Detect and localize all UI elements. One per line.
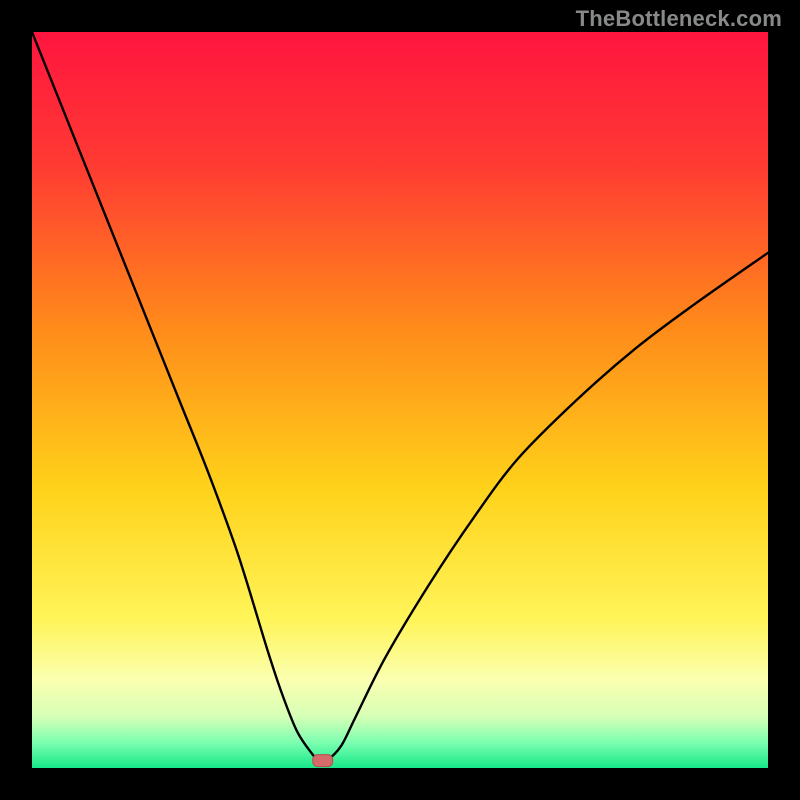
watermark-text: TheBottleneck.com [576, 6, 782, 32]
optimum-marker [313, 755, 333, 767]
chart-frame: TheBottleneck.com [0, 0, 800, 800]
bottleneck-curve [32, 32, 768, 768]
plot-area [32, 32, 768, 768]
